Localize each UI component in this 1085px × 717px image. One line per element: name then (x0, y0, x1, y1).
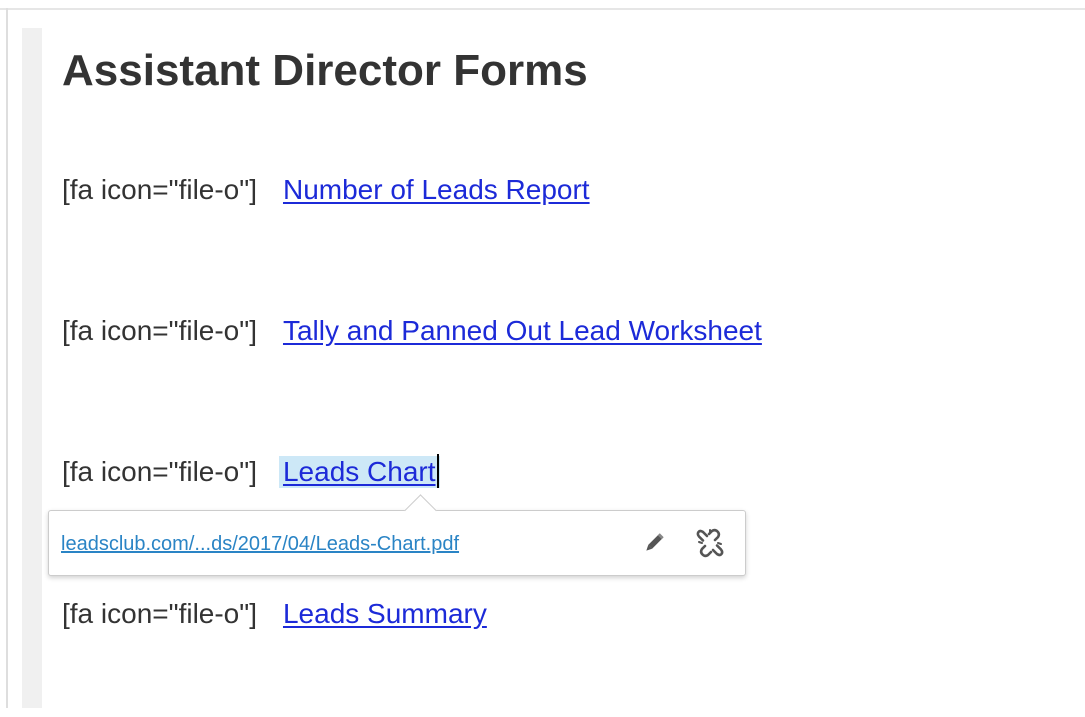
editor-gutter (22, 28, 42, 708)
list-item: [fa icon="file-o"] Tally and Panned Out … (62, 315, 762, 347)
text-caret (436, 454, 439, 488)
shortcode-text: [fa icon="file-o"] (62, 174, 257, 205)
link-number-of-leads-report[interactable]: Number of Leads Report (283, 174, 590, 206)
editor-frame: Assistant Director Forms [fa icon="file-… (0, 0, 1085, 717)
link-url[interactable]: leadsclub.com/...ds/2017/04/Leads-Chart.… (61, 533, 459, 556)
editor-content[interactable]: Assistant Director Forms [fa icon="file-… (62, 0, 1062, 717)
left-border (6, 8, 8, 708)
list-item: [fa icon="file-o"] Leads Summary (62, 598, 487, 630)
link-tally-worksheet[interactable]: Tally and Panned Out Lead Worksheet (283, 315, 762, 347)
link-toolbar-popup: leadsclub.com/...ds/2017/04/Leads-Chart.… (48, 494, 746, 576)
unlink-icon (696, 528, 724, 558)
pencil-icon (646, 533, 664, 551)
link-leads-summary[interactable]: Leads Summary (283, 598, 487, 630)
list-item: [fa icon="file-o"] Number of Leads Repor… (62, 174, 590, 206)
link-text: Leads Chart (282, 456, 436, 487)
shortcode-text: [fa icon="file-o"] (62, 598, 257, 629)
edit-link-button[interactable] (637, 525, 671, 561)
shortcode-text: [fa icon="file-o"] (62, 456, 257, 487)
page-title: Assistant Director Forms (62, 46, 588, 95)
shortcode-text: [fa icon="file-o"] (62, 315, 257, 346)
list-item: [fa icon="file-o"] Leads Chart (62, 454, 440, 488)
link-leads-chart-selected[interactable]: Leads Chart (278, 454, 440, 488)
remove-link-button[interactable] (693, 525, 727, 561)
